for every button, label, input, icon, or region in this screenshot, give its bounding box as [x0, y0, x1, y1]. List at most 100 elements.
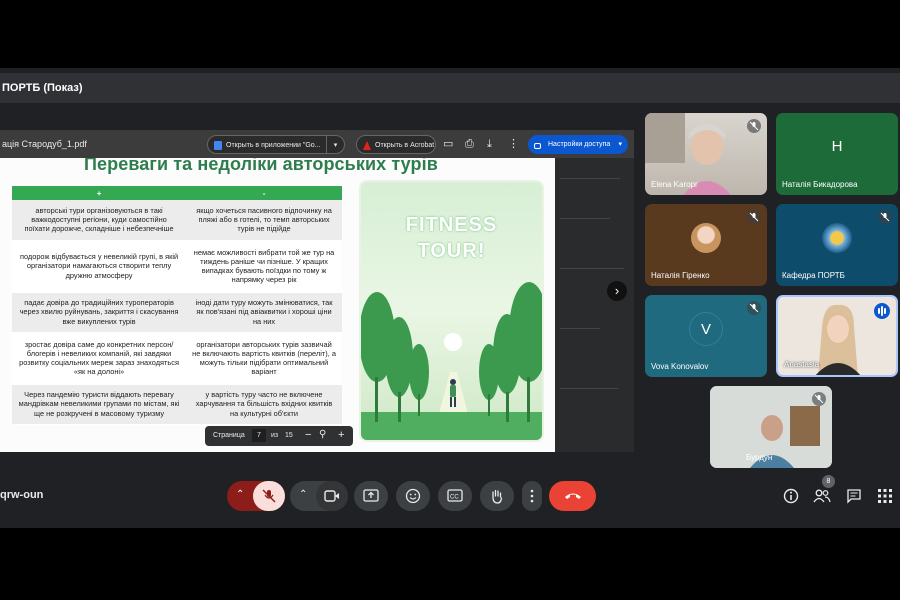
share-access-button[interactable]: Настройки доступа ▾ — [528, 135, 628, 154]
page-sep: из — [271, 432, 279, 439]
mic-control: ⌃ — [227, 481, 285, 511]
table-row: авторські тури організовуються в такі ва… — [12, 200, 342, 241]
pros-cons-table: + - авторські тури організовуються в так… — [12, 186, 342, 425]
acrobat-icon — [363, 141, 371, 150]
fitness-tour-poster: FITNESS TOUR! — [359, 180, 544, 442]
minus-cell: у вартість туру часто не включене харчув… — [186, 384, 342, 425]
page-number-input[interactable]: 7 — [252, 429, 266, 442]
apps-grid-icon[interactable] — [878, 489, 892, 503]
participant-tile[interactable]: Anastasia — [776, 295, 898, 377]
participant-name: Бурдун — [746, 453, 773, 462]
participant-name: Elena Karopr — [651, 180, 698, 189]
participant-tile[interactable]: Elena Karopr — [645, 113, 767, 195]
camera-control: ⌃ — [290, 481, 348, 511]
avatar: V — [689, 312, 723, 347]
plus-cell: подорож відбувається у невеликій групі, … — [12, 240, 187, 293]
closed-captions-icon: CC — [447, 489, 463, 502]
chat-icon[interactable] — [846, 488, 862, 504]
chevron-down-icon[interactable]: ▾ — [618, 135, 622, 154]
plus-cell: авторські тури організовуються в такі ва… — [12, 200, 187, 241]
mic-off-icon — [878, 210, 892, 224]
mic-off-icon — [262, 489, 276, 503]
participant-name: Anastasia — [784, 360, 820, 369]
mic-options-chevron-icon[interactable]: ⌃ — [236, 489, 244, 500]
open-in-app-button[interactable]: Открыть в приложении "Go... ▾ — [207, 135, 345, 154]
park-illustration — [361, 282, 542, 440]
info-icon[interactable] — [783, 488, 799, 504]
table-row: зростає довіра саме до конкретних персон… — [12, 332, 342, 385]
table-row: падає довіра до традиційних туроператорі… — [12, 292, 342, 333]
present-screen-icon — [363, 489, 379, 502]
mic-off-icon — [747, 301, 761, 315]
mic-toggle-button[interactable] — [253, 481, 285, 511]
slide-title: Переваги та недоліки авторських турів — [84, 158, 438, 174]
pdf-page: Переваги та недоліки авторських турів + … — [0, 158, 555, 452]
minus-cell: немає можливості вибрати той же тур на т… — [186, 240, 342, 293]
lock-icon — [534, 143, 541, 149]
right-panel — [555, 158, 634, 452]
pdf-toolbar: ація Стародуб_1.pdf Открыть в приложении… — [0, 130, 634, 158]
avatar — [691, 223, 721, 254]
plus-cell: падає довіра до традиційних туроператорі… — [12, 292, 187, 333]
download-icon[interactable]: ⤓ — [487, 138, 492, 150]
avatar: H — [820, 130, 854, 165]
participant-tile[interactable]: V Vova Konovalov — [645, 295, 767, 377]
hang-up-icon — [565, 493, 581, 499]
next-page-button[interactable]: › — [607, 281, 627, 301]
table-row: подорож відбувається у невеликій групі, … — [12, 240, 342, 293]
present-button[interactable] — [354, 481, 388, 511]
chevron-down-icon[interactable]: ▾ — [326, 136, 344, 153]
table-row: Через пандемію туристи віддають перевагу… — [12, 384, 342, 425]
participant-tile[interactable]: Наталія Гіренко — [645, 204, 767, 286]
presentation-title-bar: ПОРТБ (Показ) — [0, 73, 900, 103]
open-in-app-label: Открыть в приложении "Go... — [226, 142, 321, 149]
plus-cell: Через пандемію туристи віддають перевагу… — [12, 384, 187, 425]
emoji-icon — [405, 488, 421, 504]
more-vert-icon[interactable]: ⋮ — [508, 138, 519, 150]
speaking-indicator-icon — [874, 303, 890, 319]
captions-button[interactable]: CC — [438, 481, 472, 511]
shared-screen: ація Стародуб_1.pdf Открыть в приложении… — [0, 130, 634, 452]
open-acrobat-button[interactable]: Открыть в Acrobat — [356, 135, 436, 154]
mic-off-icon — [747, 119, 761, 133]
mic-off-icon — [747, 210, 761, 224]
participant-tile[interactable]: H Наталія Бикадорова — [776, 113, 898, 195]
plus-header: + — [12, 186, 187, 200]
search-icon[interactable]: ⚲ — [319, 429, 326, 440]
participant-tile[interactable]: Бурдун — [710, 386, 832, 468]
participant-count-badge: 8 — [822, 475, 835, 488]
participant-name: Кафедра ПОРТБ — [782, 271, 845, 280]
zoom-out-icon[interactable]: − — [305, 429, 311, 441]
raise-hand-button[interactable] — [480, 481, 514, 511]
reactions-button[interactable] — [396, 481, 430, 511]
minus-cell: іноді дати туру можуть змінюватися, так … — [186, 292, 342, 333]
leave-call-button[interactable] — [549, 481, 596, 511]
camera-options-chevron-icon[interactable]: ⌃ — [299, 489, 307, 500]
comment-icon[interactable]: ▭ — [443, 138, 453, 150]
plus-cell: зростає довіра саме до конкретних персон… — [12, 332, 187, 385]
participant-name: Vova Konovalov — [651, 362, 709, 371]
minus-cell: організатори авторських турів зазвичай н… — [186, 332, 342, 385]
print-icon[interactable]: ⎙ — [465, 138, 474, 150]
more-vert-icon — [530, 489, 534, 503]
mic-off-icon — [812, 392, 826, 406]
participant-name: Наталія Бикадорова — [782, 180, 858, 189]
minus-cell: якщо хочеться пасивного відпочинку на пл… — [186, 200, 342, 241]
pdf-filename: ація Стародуб_1.pdf — [2, 139, 87, 149]
people-icon[interactable] — [813, 489, 831, 503]
page-label: Страница — [213, 432, 245, 439]
page-total: 15 — [285, 432, 293, 439]
video-camera-icon — [324, 490, 339, 502]
docs-icon — [214, 141, 222, 150]
presentation-title: ПОРТБ (Показ) — [2, 82, 83, 94]
open-acrobat-label: Открыть в Acrobat — [375, 142, 435, 149]
svg-text:CC: CC — [450, 495, 459, 501]
camera-toggle-button[interactable] — [316, 481, 348, 511]
participant-tile[interactable]: Кафедра ПОРТБ — [776, 204, 898, 286]
zoom-in-icon[interactable]: + — [338, 429, 344, 441]
share-access-label: Настройки доступа — [548, 141, 611, 148]
avatar — [822, 223, 852, 254]
more-options-button[interactable] — [522, 481, 542, 511]
hand-icon — [492, 489, 503, 504]
meeting-code: qrw-oun — [0, 489, 44, 501]
